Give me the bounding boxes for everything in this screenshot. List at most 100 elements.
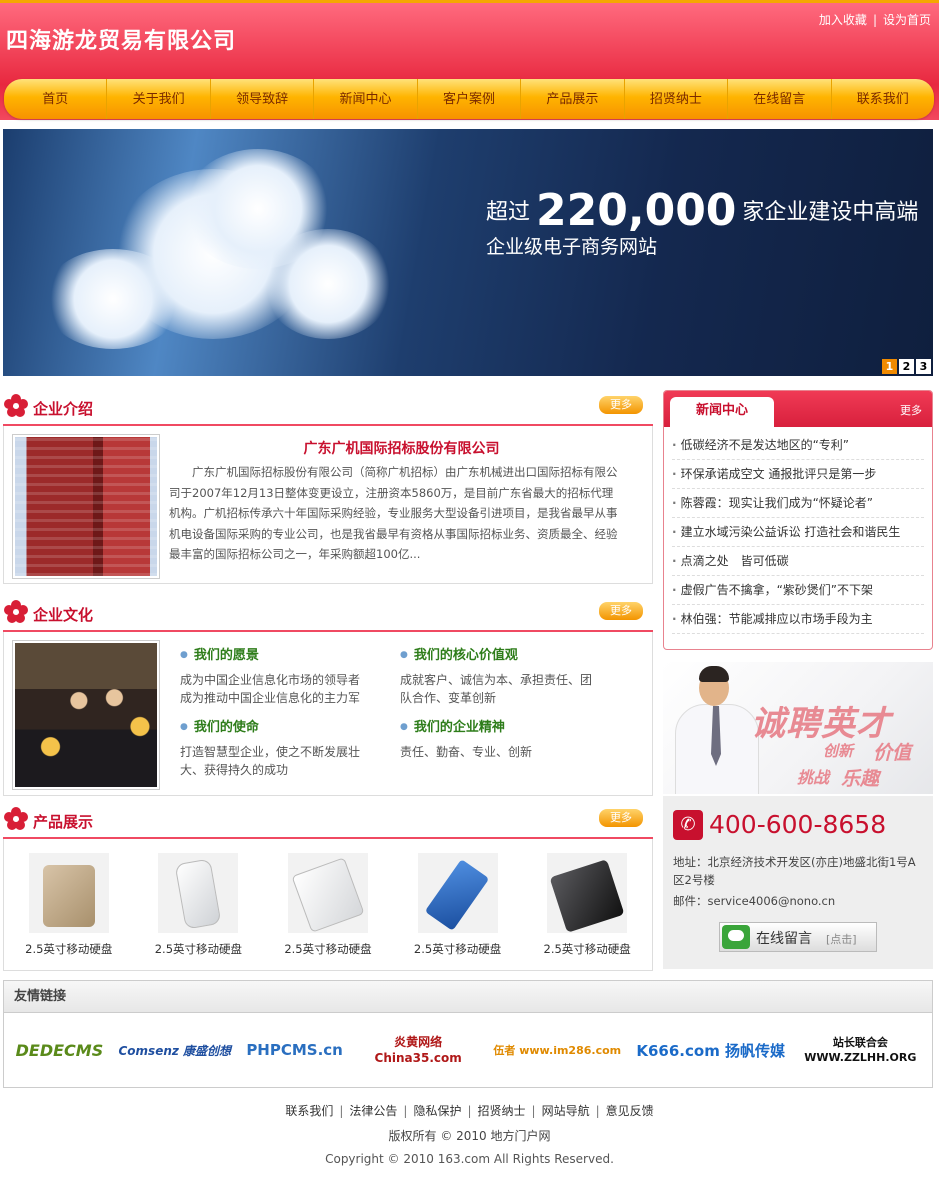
k666-logo[interactable]: K666.com 扬帆传媒 [636,1029,785,1071]
friend-links-logos: DEDECMS Comsenz 康盛创想 PHPCMS.cn 炎黄网络 Chin… [4,1013,932,1087]
comsenz-logo[interactable]: Comsenz 康盛创想 [119,1029,232,1071]
banner[interactable]: 超过 220,000 家企业建设中高端 企业级电子商务网站 1 2 3 [3,129,933,376]
recruit-word-fun: 乐趣 [841,768,880,790]
intro-company-name[interactable]: 广东广机国际招标股份有限公司 [169,438,634,458]
banner-page-1[interactable]: 1 [882,359,897,374]
news-item[interactable]: 低碳经济不是发达地区的“专利” [672,431,924,460]
product-item[interactable]: 2.5英寸移动硬盘 [532,853,642,970]
phpcms-logo[interactable]: PHPCMS.cn [246,1029,343,1071]
footer-link-feedback[interactable]: 意见反馈 [606,1104,654,1118]
product-item[interactable]: 2.5英寸移动硬盘 [14,853,124,970]
nav-item-leader-speech[interactable]: 领导致辞 [211,79,315,119]
culture-body: 我们的愿景 成为中国企业信息化市场的领导者 成为推动中国企业信息化的主力军 我们… [3,632,653,796]
product-image [417,853,498,933]
products-body: 2.5英寸移动硬盘 2.5英寸移动硬盘 2.5英寸移动硬盘 2.5英寸移动硬盘 … [3,839,653,971]
banner-page-2[interactable]: 2 [899,359,914,374]
products-more-button[interactable]: 更多 [599,809,643,827]
nav-item-cases[interactable]: 客户案例 [418,79,522,119]
recruit-title: 诚聘英才 [751,704,891,744]
intro-more-button[interactable]: 更多 [599,396,643,414]
nav-item-about[interactable]: 关于我们 [107,79,211,119]
core-values-title: 我们的核心价值观 [400,644,600,663]
product-label: 2.5英寸移动硬盘 [413,942,502,956]
banner-subline: 企业级电子商务网站 [486,236,658,258]
phone-number: 400-600-8658 [709,810,887,839]
flower-icon [4,600,28,623]
spirit-title: 我们的企业精神 [400,716,600,735]
news-item[interactable]: 点滴之处 皆可低碳 [672,547,924,576]
footer-link-contact[interactable]: 联系我们 [285,1104,333,1118]
vision-title: 我们的愿景 [180,644,400,663]
product-item[interactable]: 2.5英寸移动硬盘 [403,853,513,970]
zzlhh-logo[interactable]: 站长联合会 WWW.ZZLHH.ORG [800,1029,920,1071]
products-header: 产品展示 更多 [3,803,653,839]
product-item[interactable]: 2.5英寸移动硬盘 [273,853,383,970]
intro-body: 广东广机国际招标股份有限公司 广东广机国际招标股份有限公司（简称广机招标）由广东… [3,426,653,584]
products-section: 产品展示 更多 2.5英寸移动硬盘 2.5英寸移动硬盘 2.5英寸移动硬盘 2.… [3,803,653,971]
core-values-block: 我们的核心价值观 成就客户、诚信为本、承担责任、团队合作、变革创新 [400,644,600,707]
products-title: 产品展示 [33,813,94,831]
intro-text: 广东广机国际招标股份有限公司（简称广机招标）由广东机械进出口国际招标有限公司于2… [169,465,618,561]
china35-logo[interactable]: 炎黄网络 China35.com [358,1029,478,1071]
online-message-label: 在线留言 [756,931,812,947]
footer-link-legal[interactable]: 法律公告 [349,1104,397,1118]
site-title: 四海游龙贸易有限公司 [6,29,237,54]
core-values-text: 成就客户、诚信为本、承担责任、团队合作、变革创新 [400,673,593,705]
add-favorite-link[interactable]: 加入收藏 [819,13,867,27]
recruit-word-challenge: 挑战 [797,768,830,787]
banner-pager: 1 2 3 [882,359,931,374]
footer-link-sitemap[interactable]: 网站导航 [542,1104,590,1118]
header: 四海游龙贸易有限公司 加入收藏 | 设为首页 首页 关于我们 领导致辞 新闻中心 客… [0,0,939,120]
friend-links-section: 友情链接 DEDECMS Comsenz 康盛创想 PHPCMS.cn 炎黄网络… [3,980,933,1088]
news-item[interactable]: 虚假广告不擒拿，“紫砂煲们”不下架 [672,576,924,605]
dedecms-logo[interactable]: DEDECMS [16,1029,104,1071]
intro-section: 企业介绍 更多 广东广机国际招标股份有限公司 广东广机国际招标股份有限公司（简称… [3,390,653,584]
online-message-button[interactable]: 在线留言 [点击] [719,922,877,952]
footer-separator: | [339,1104,344,1118]
spirit-block: 我们的企业精神 责任、勤奋、专业、创新 [400,716,600,761]
product-image [28,853,109,933]
news-item[interactable]: 林伯强：节能减排应以市场手段为主 [672,605,924,634]
nav-item-home[interactable]: 首页 [4,79,108,119]
intro-header: 企业介绍 更多 [3,390,653,426]
news-item[interactable]: 陈蓉霞：现实让我们成为“怀疑论者” [672,489,924,518]
nav-item-contact[interactable]: 联系我们 [832,79,934,119]
top-links-separator: | [872,13,877,27]
footer-links: 联系我们 | 法律公告 | 隐私保护 | 招贤纳士 | 网站导航 | 意见反馈 [0,1102,939,1119]
spirit-text: 责任、勤奋、专业、创新 [400,745,533,759]
phone-icon: ✆ [673,810,703,840]
chat-bubble-icon [722,925,750,949]
im286-logo[interactable]: 伍者 www.im286.com [493,1029,621,1071]
product-label: 2.5英寸移动硬盘 [284,942,372,956]
mission-title: 我们的使命 [180,716,370,735]
company-building-photo [12,434,160,579]
news-more-link[interactable]: 更多 [900,402,922,418]
footer-link-privacy[interactable]: 隐私保护 [413,1104,461,1118]
recruit-banner[interactable]: 诚聘英才 创新 价值 挑战 乐趣 [663,662,933,794]
news-item[interactable]: 建立水域污染公益诉讼 打造社会和谐民生 [672,518,924,547]
nav-item-jobs[interactable]: 招贤纳士 [625,79,729,119]
banner-number: 220,000 [536,185,737,236]
friend-links-title: 友情链接 [4,981,932,1013]
flower-icon [4,394,28,417]
meeting-photo [12,640,160,790]
footer-link-jobs[interactable]: 招贤纳士 [478,1104,526,1118]
nav-item-news[interactable]: 新闻中心 [314,79,418,119]
nav-item-message[interactable]: 在线留言 [728,79,832,119]
set-homepage-link[interactable]: 设为首页 [883,13,931,27]
product-item[interactable]: 2.5英寸移动硬盘 [143,853,253,970]
culture-more-button[interactable]: 更多 [599,602,643,620]
contact-panel: ✆ 400-600-8658 地址：北京经济技术开发区(亦庄)地盛北街1号A区2… [663,796,933,969]
vision-text: 成为中国企业信息化市场的领导者 成为推动中国企业信息化的主力军 [180,673,361,705]
recruit-word-innovation: 创新 [823,742,854,760]
person-hair [699,666,729,682]
banner-headline: 超过 220,000 家企业建设中高端 [486,185,918,236]
news-item[interactable]: 环保承诺成空文 通报批评只是第一步 [672,460,924,489]
banner-page-3[interactable]: 3 [916,359,931,374]
nav-item-products[interactable]: 产品展示 [521,79,625,119]
news-header: 新闻中心 更多 [664,391,932,428]
footer-separator: | [531,1104,536,1118]
banner-prefix: 超过 [486,200,531,225]
news-tab[interactable]: 新闻中心 [670,397,774,428]
mission-text: 打造智慧型企业，使之不断发展壮大、获得持久的成功 [180,745,361,777]
